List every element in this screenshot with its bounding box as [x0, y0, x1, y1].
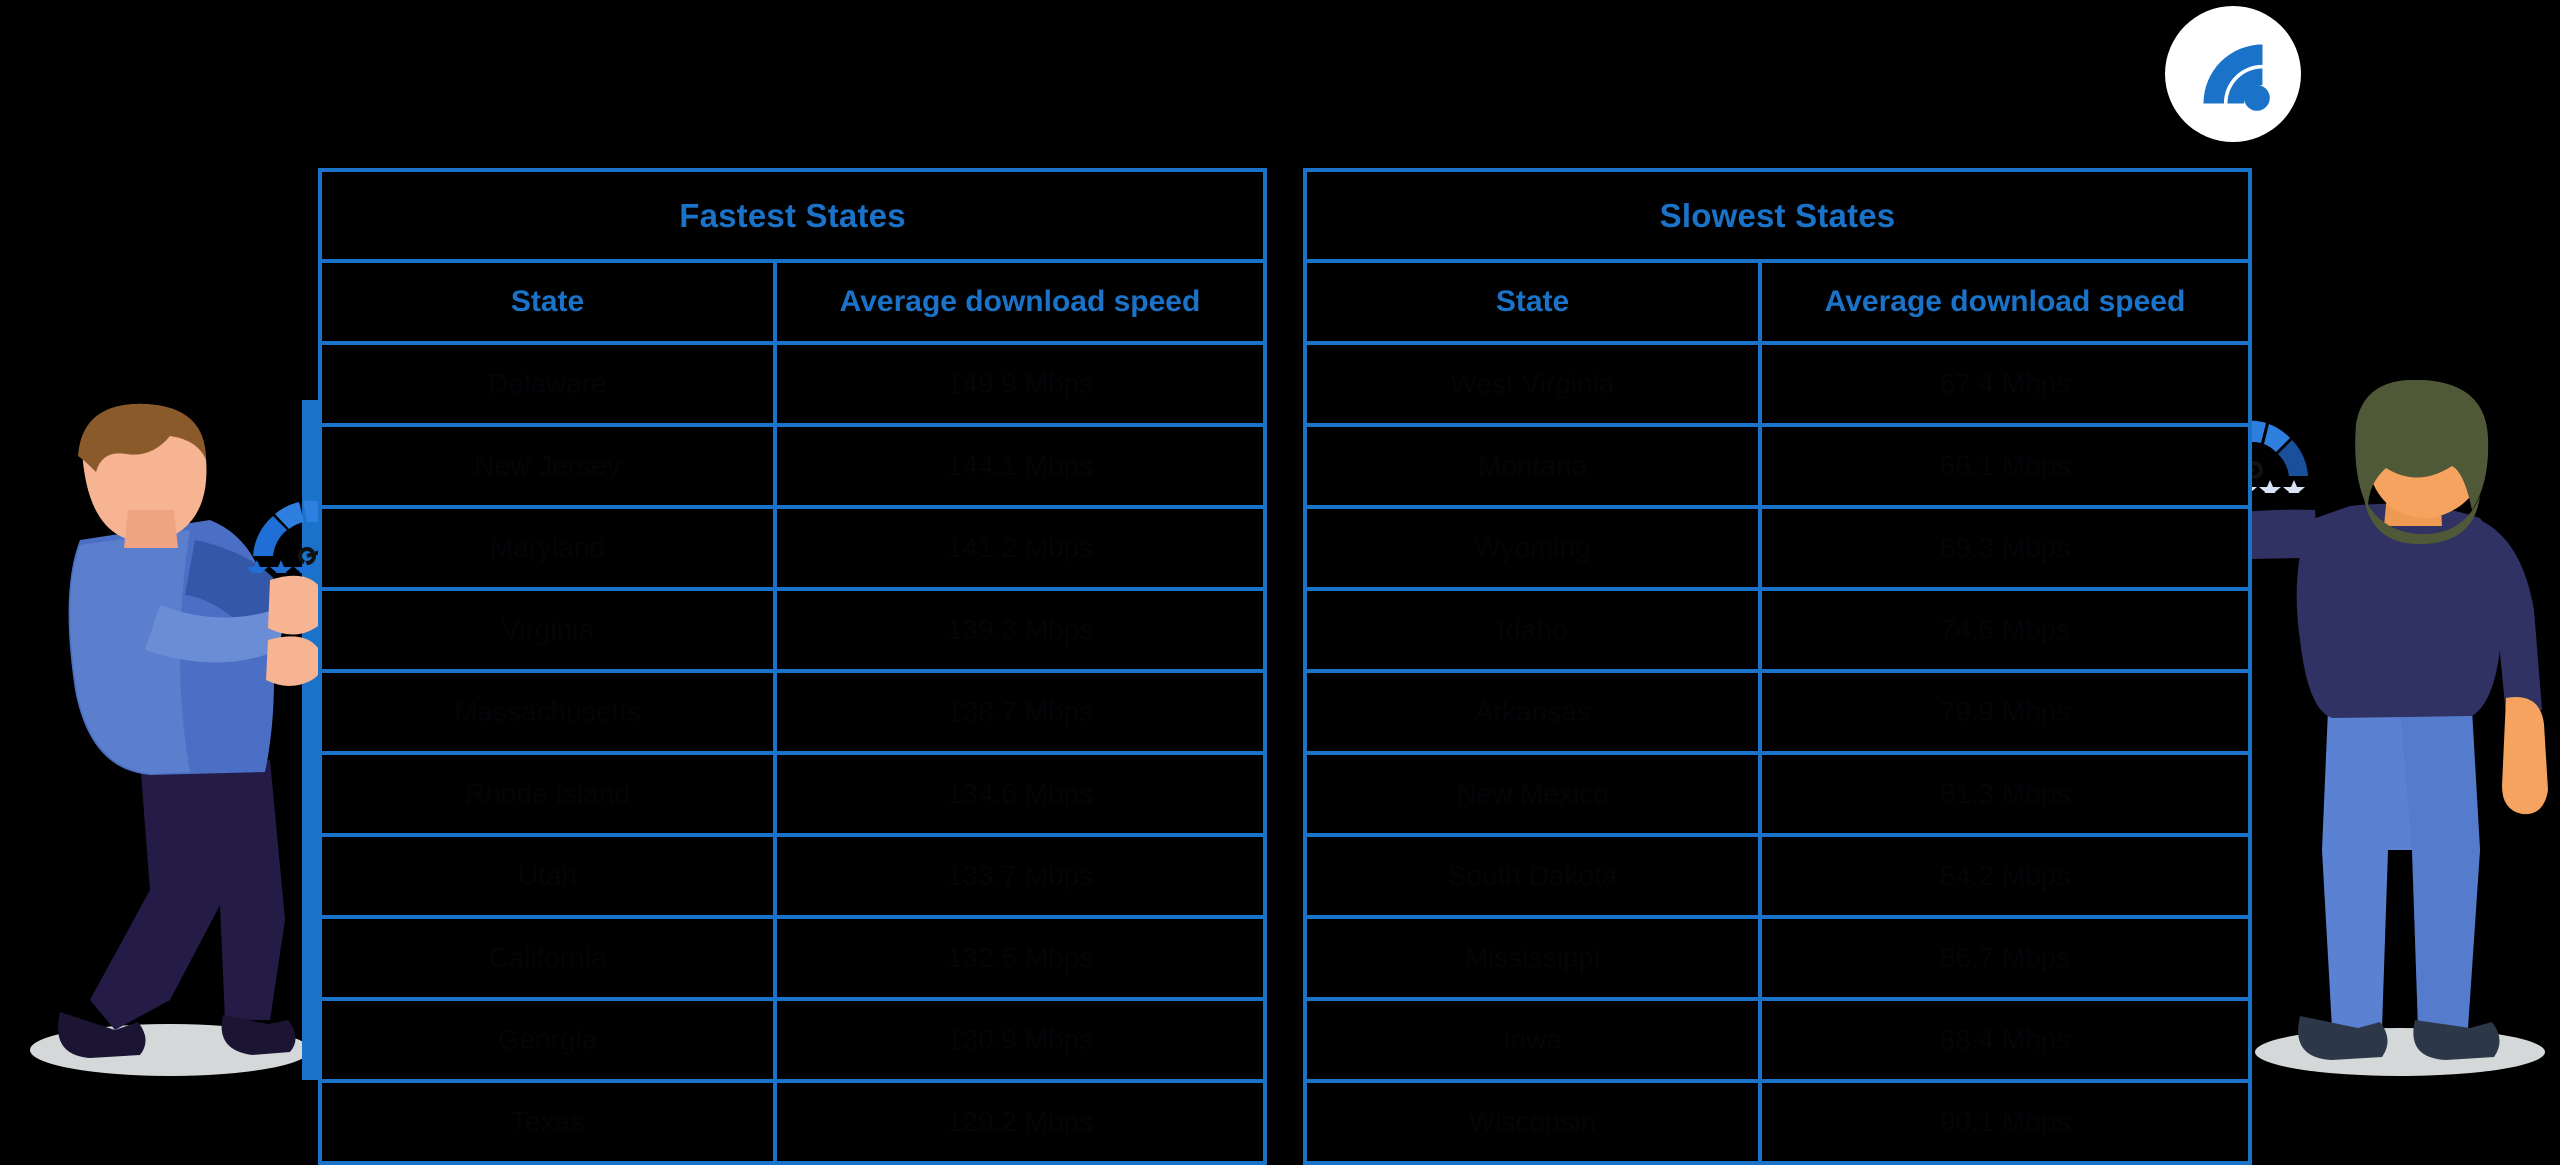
- cell-speed: 141.2 Mbps: [772, 505, 1268, 591]
- cell-state: Virginia: [318, 587, 777, 673]
- table-title-row: Slowest States: [1303, 168, 2252, 263]
- cell-speed: 144.1 Mbps: [772, 423, 1268, 509]
- table-row: South Dakota 84.2 Mbps: [1303, 833, 2252, 919]
- cell-speed: 88.4 Mbps: [1758, 997, 2252, 1083]
- column-header-state: State: [1303, 259, 1762, 345]
- cell-state: Texas: [318, 1079, 777, 1165]
- cell-speed: 138.7 Mbps: [772, 669, 1268, 755]
- cell-state: Delaware: [318, 341, 777, 427]
- cell-state: Idaho: [1303, 587, 1762, 673]
- table-row: Texas 129.2 Mbps: [318, 1079, 1268, 1165]
- cell-speed: 129.2 Mbps: [772, 1079, 1268, 1165]
- table-row: Utah 133.7 Mbps: [318, 833, 1268, 919]
- table-row: Montana 68.1 Mbps: [1303, 423, 2252, 509]
- cell-state: Utah: [318, 833, 777, 919]
- infographic-canvas: Fastest States State Average download sp…: [0, 0, 2560, 1165]
- cell-state: New Jersey: [318, 423, 777, 509]
- cell-speed: 79.9 Mbps: [1758, 669, 2252, 755]
- column-header-speed: Average download speed: [1758, 259, 2252, 345]
- table-header-row: State Average download speed: [1303, 259, 2252, 345]
- table-title: Slowest States: [1303, 168, 2252, 263]
- column-header-state: State: [318, 259, 777, 345]
- cell-state: Montana: [1303, 423, 1762, 509]
- table-row: New Jersey 144.1 Mbps: [318, 423, 1268, 509]
- table-row: Wyoming 69.3 Mbps: [1303, 505, 2252, 591]
- cell-speed: 132.5 Mbps: [772, 915, 1268, 1001]
- table-row: Wisconsin 90.1 Mbps: [1303, 1079, 2252, 1165]
- table-row: Iowa 88.4 Mbps: [1303, 997, 2252, 1083]
- cell-speed: 69.3 Mbps: [1758, 505, 2252, 591]
- cell-state: Mississippi: [1303, 915, 1762, 1001]
- cell-speed: 133.7 Mbps: [772, 833, 1268, 919]
- table-row: West Virginia 67.4 Mbps: [1303, 341, 2252, 427]
- column-header-speed: Average download speed: [772, 259, 1268, 345]
- table-row: Mississippi 86.7 Mbps: [1303, 915, 2252, 1001]
- table-row: Rhode Island 134.6 Mbps: [318, 751, 1268, 837]
- table-title: Fastest States: [317, 168, 1268, 263]
- wifi-signal-icon: [2187, 28, 2279, 120]
- slowest-states-table-wrapper: Slowest States State Average download sp…: [1303, 168, 2252, 1165]
- cell-speed: 68.1 Mbps: [1758, 423, 2252, 509]
- cell-state: Iowa: [1303, 997, 1762, 1083]
- cell-speed: 67.4 Mbps: [1758, 341, 2252, 427]
- cell-speed: 149.9 Mbps: [772, 341, 1268, 427]
- table-row: California 132.5 Mbps: [318, 915, 1268, 1001]
- cell-state: New Mexico: [1303, 751, 1762, 837]
- cell-speed: 134.6 Mbps: [772, 751, 1268, 837]
- cell-speed: 81.3 Mbps: [1758, 751, 2252, 837]
- table-row: Virginia 139.3 Mbps: [318, 587, 1268, 673]
- cell-state: Massachusetts: [318, 669, 777, 755]
- table-row: Maryland 141.2 Mbps: [318, 505, 1268, 591]
- table-row: Delaware 149.9 Mbps: [318, 341, 1268, 427]
- cell-state: Maryland: [318, 505, 777, 591]
- table-header-row: State Average download speed: [318, 259, 1268, 345]
- cell-speed: 84.2 Mbps: [1758, 833, 2252, 919]
- cell-state: South Dakota: [1303, 833, 1762, 919]
- cell-speed: 90.1 Mbps: [1758, 1079, 2252, 1165]
- cell-state: West Virginia: [1303, 341, 1762, 427]
- table-row: Massachusetts 138.7 Mbps: [318, 669, 1268, 755]
- table-row: New Mexico 81.3 Mbps: [1303, 751, 2252, 837]
- table-title-row: Fastest States: [317, 168, 1268, 263]
- cell-state: Wisconsin: [1303, 1079, 1762, 1165]
- fastest-states-table: Fastest States State Average download sp…: [317, 168, 1268, 1165]
- cell-speed: 130.9 Mbps: [772, 997, 1268, 1083]
- cell-speed: 139.3 Mbps: [772, 587, 1268, 673]
- slowest-states-table: Slowest States State Average download sp…: [1303, 168, 2252, 1165]
- fastest-states-table-wrapper: Fastest States State Average download sp…: [317, 168, 1268, 1165]
- table-row: Arkansas 79.9 Mbps: [1303, 669, 2252, 755]
- cell-state: Rhode Island: [318, 751, 777, 837]
- cell-speed: 86.7 Mbps: [1758, 915, 2252, 1001]
- cell-speed: 74.6 Mbps: [1758, 587, 2252, 673]
- cell-state: California: [318, 915, 777, 1001]
- cell-state: Wyoming: [1303, 505, 1762, 591]
- wifi-logo: [2165, 6, 2301, 142]
- cell-state: Arkansas: [1303, 669, 1762, 755]
- cell-state: Georgia: [318, 997, 777, 1083]
- table-row: Idaho 74.6 Mbps: [1303, 587, 2252, 673]
- table-row: Georgia 130.9 Mbps: [318, 997, 1268, 1083]
